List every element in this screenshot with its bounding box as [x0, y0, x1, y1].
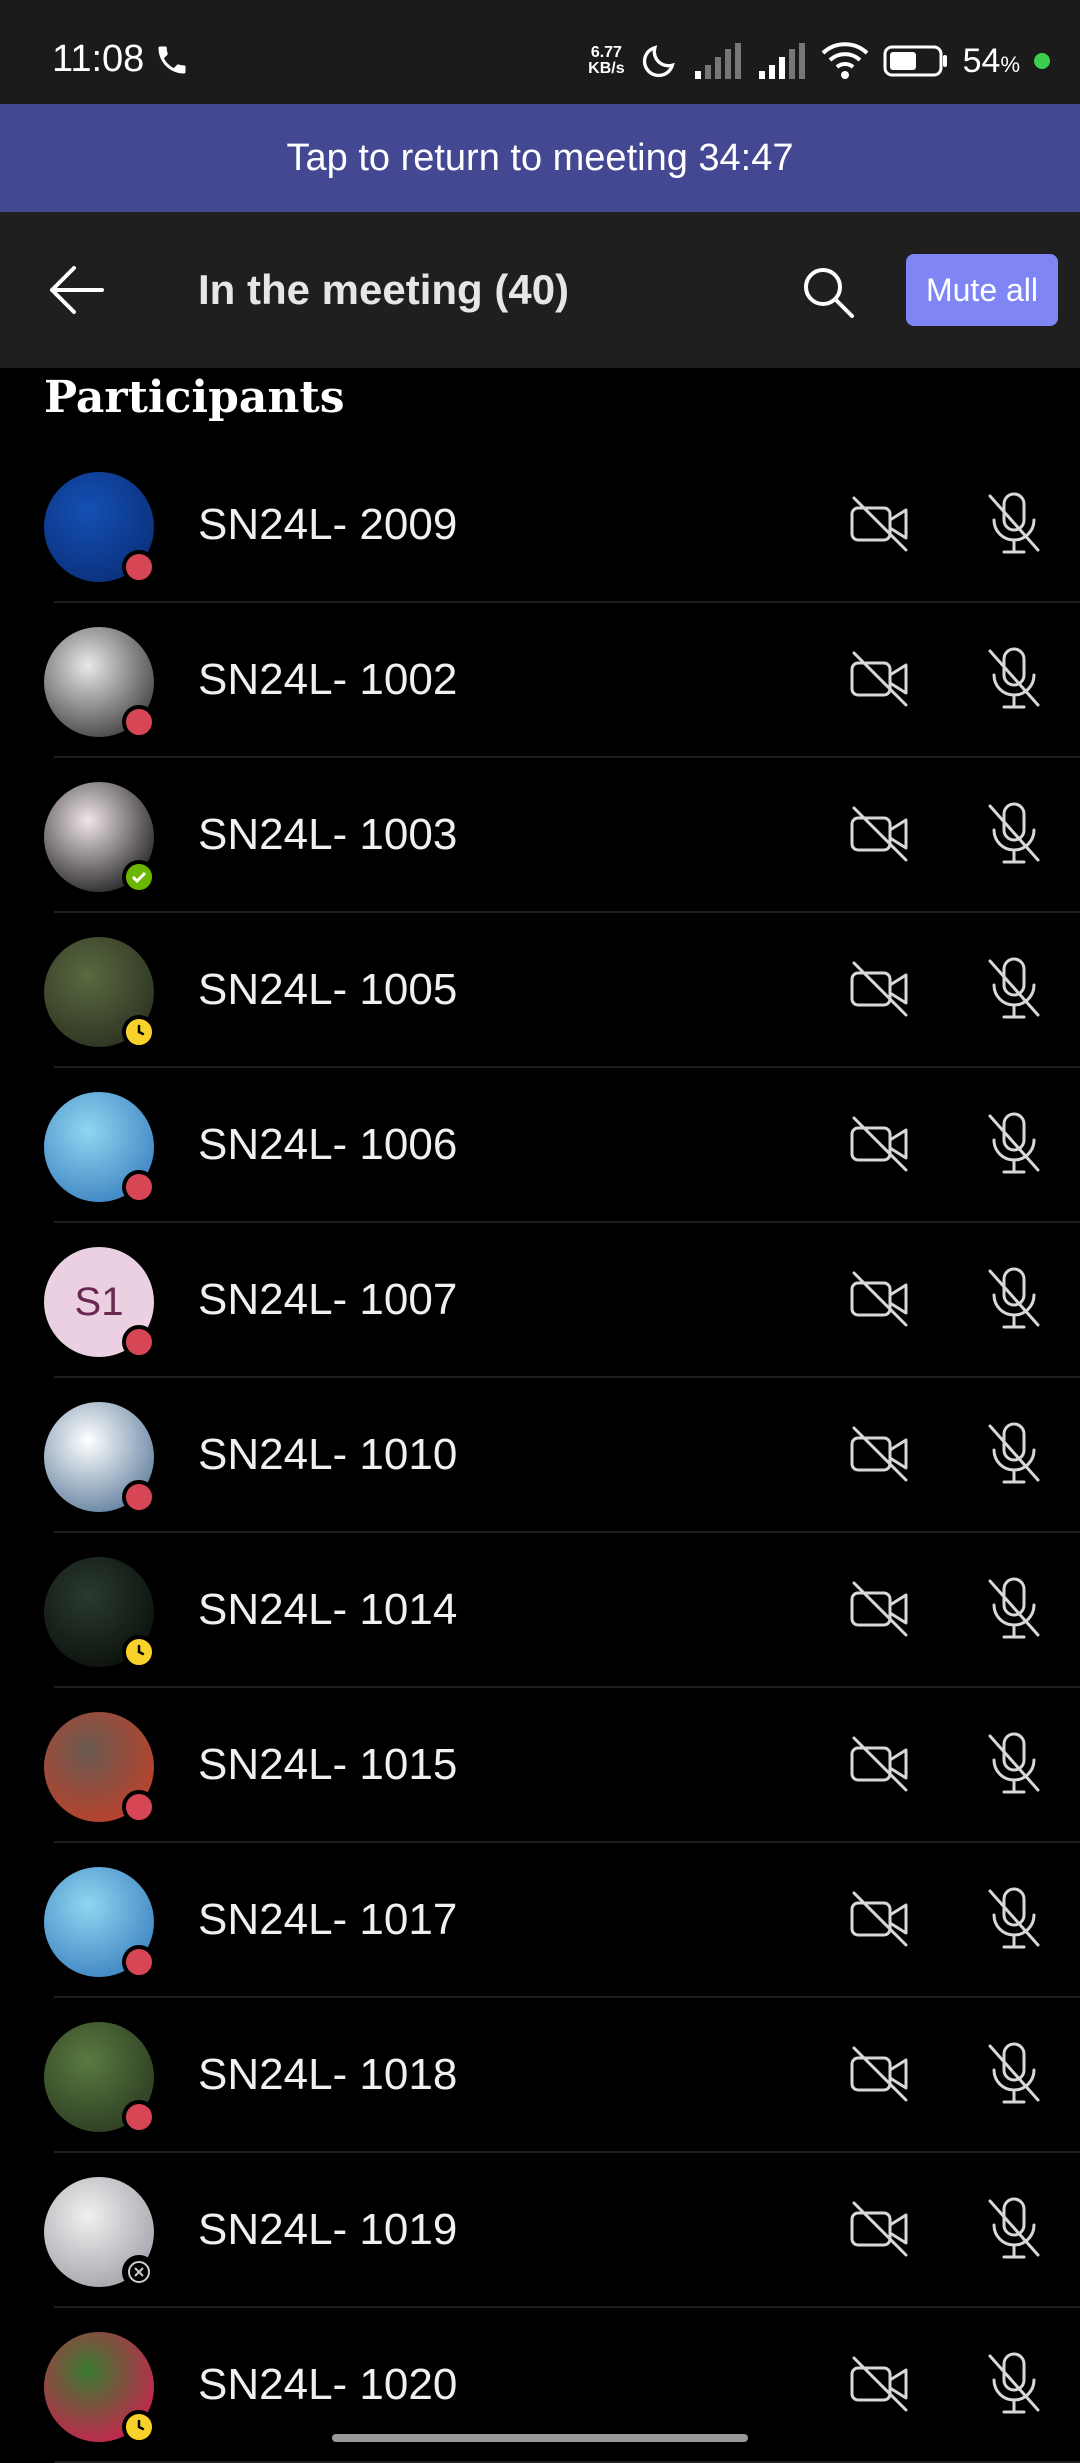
camera-off-icon: [848, 492, 912, 556]
participant-name: SN24L- 1019: [198, 2205, 458, 2254]
participant-row[interactable]: S1 SN24L- 1007: [0, 1223, 1080, 1378]
mic-off-icon[interactable]: [982, 1108, 1046, 1178]
presence-busy-icon: [122, 1170, 156, 1204]
camera-off-icon: [848, 1112, 912, 1176]
signal-icon: [694, 43, 741, 79]
status-time: 11:08: [52, 38, 145, 80]
camera-off-icon: [848, 647, 912, 711]
battery-icon: [883, 45, 947, 77]
participant-name: SN24L- 1015: [198, 1740, 458, 1789]
participant-row[interactable]: SN24L- 1017: [0, 1843, 1080, 1998]
participant-name: SN24L- 1018: [198, 2050, 458, 2099]
battery-percent: 54%: [963, 42, 1020, 81]
participant-name: SN24L- 1006: [198, 1120, 458, 1169]
signal-icon-2: [758, 43, 805, 79]
participant-row[interactable]: SN24L- 1003: [0, 758, 1080, 913]
mic-off-icon[interactable]: [982, 1573, 1046, 1643]
mic-off-icon[interactable]: [982, 953, 1046, 1023]
return-to-meeting-banner[interactable]: Tap to return to meeting 34:47: [0, 104, 1080, 212]
camera-off-icon: [848, 802, 912, 866]
mic-off-icon[interactable]: [982, 2193, 1046, 2263]
presence-busy-icon: [122, 1325, 156, 1359]
camera-off-icon: [848, 1577, 912, 1641]
page-title: In the meeting (40): [198, 266, 570, 313]
presence-available-icon: [122, 860, 156, 894]
camera-off-icon: [848, 2197, 912, 2261]
mic-off-icon[interactable]: [982, 1263, 1046, 1333]
participant-row[interactable]: SN24L- 1010: [0, 1378, 1080, 1533]
presence-away-icon: [122, 1635, 156, 1669]
search-icon[interactable]: [798, 262, 858, 322]
camera-off-icon: [848, 1422, 912, 1486]
moon-icon: [642, 45, 675, 78]
camera-off-icon: [848, 957, 912, 1021]
presence-busy-icon: [122, 1945, 156, 1979]
mic-off-icon[interactable]: [982, 798, 1046, 868]
presence-away-icon: [122, 2410, 156, 2444]
home-indicator[interactable]: [332, 2434, 748, 2442]
mic-off-icon[interactable]: [982, 643, 1046, 713]
presence-away-icon: [122, 1015, 156, 1049]
phone-call-icon: [158, 46, 186, 74]
presence-busy-icon: [122, 1480, 156, 1514]
participant-name: SN24L- 1005: [198, 965, 458, 1014]
participant-name: SN24L- 1017: [198, 1895, 458, 1944]
participant-row[interactable]: SN24L- 2009: [0, 448, 1080, 603]
mic-off-icon[interactable]: [982, 1883, 1046, 1953]
mic-off-icon[interactable]: [982, 2348, 1046, 2418]
app-header: In the meeting (40) Mute all: [0, 212, 1080, 368]
participant-name: SN24L- 2009: [198, 500, 458, 549]
participant-row[interactable]: SN24L- 1015: [0, 1688, 1080, 1843]
privacy-dot-icon: [1034, 53, 1050, 69]
participant-name: SN24L- 1010: [198, 1430, 458, 1479]
section-title: Participants: [44, 372, 345, 423]
participant-row[interactable]: SN24L- 1014: [0, 1533, 1080, 1688]
participant-name: SN24L- 1007: [198, 1275, 458, 1324]
network-speed: 6.77 KB/s: [588, 45, 624, 77]
participant-row[interactable]: SN24L- 1019: [0, 2153, 1080, 2308]
presence-offline-icon: [122, 2255, 156, 2289]
battery-value: 54: [962, 41, 1001, 80]
back-arrow-icon[interactable]: [44, 260, 108, 320]
camera-off-icon: [848, 1732, 912, 1796]
wifi-icon: [821, 42, 868, 79]
status-icons: 6.77 KB/s 54%: [588, 36, 1050, 86]
banner-text: Tap to return to meeting 34:47: [286, 136, 794, 179]
participant-row[interactable]: SN24L- 1018: [0, 1998, 1080, 2153]
camera-off-icon: [848, 2352, 912, 2416]
presence-busy-icon: [122, 2100, 156, 2134]
mic-off-icon[interactable]: [982, 1418, 1046, 1488]
participant-name: SN24L- 1002: [198, 655, 458, 704]
mic-off-icon[interactable]: [982, 2038, 1046, 2108]
participant-row[interactable]: SN24L- 1002: [0, 603, 1080, 758]
mic-off-icon[interactable]: [982, 488, 1046, 558]
presence-busy-icon: [122, 705, 156, 739]
participant-row[interactable]: SN24L- 1005: [0, 913, 1080, 1068]
status-bar: 11:08 6.77 KB/s 54%: [0, 0, 1080, 104]
participant-row[interactable]: SN24L- 1006: [0, 1068, 1080, 1223]
participant-name: SN24L- 1014: [198, 1585, 458, 1634]
mic-off-icon[interactable]: [982, 1728, 1046, 1798]
network-speed-unit: KB/s: [588, 60, 625, 77]
mute-all-button[interactable]: Mute all: [906, 254, 1058, 326]
camera-off-icon: [848, 1267, 912, 1331]
camera-off-icon: [848, 1887, 912, 1951]
participant-list: SN24L- 2009 SN24L- 1002 SN24L- 1003 SN24…: [0, 448, 1080, 2463]
battery-unit: %: [1000, 51, 1020, 77]
presence-busy-icon: [122, 1790, 156, 1824]
presence-busy-icon: [122, 550, 156, 584]
participant-name: SN24L- 1003: [198, 810, 458, 859]
network-speed-value: 6.77: [590, 44, 622, 61]
participant-name: SN24L- 1020: [198, 2360, 458, 2409]
camera-off-icon: [848, 2042, 912, 2106]
